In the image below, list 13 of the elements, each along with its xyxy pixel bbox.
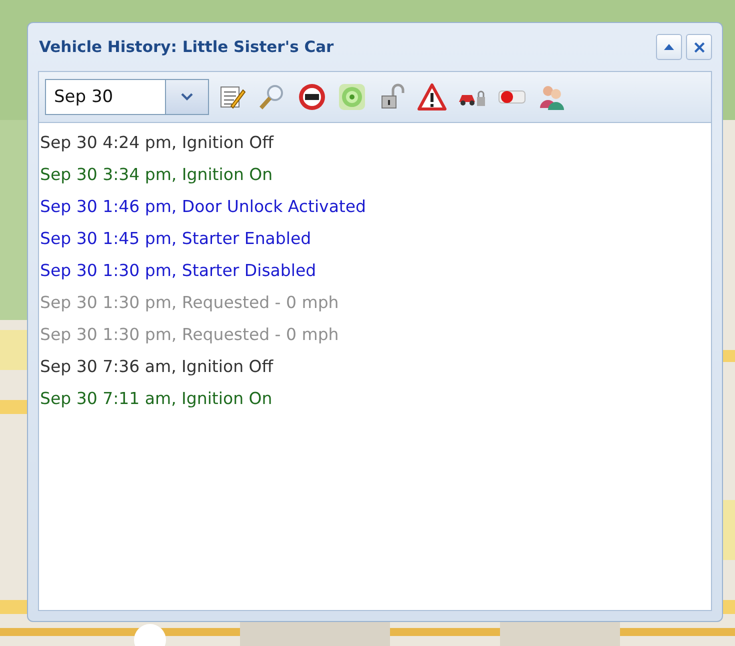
event-entry[interactable]: Sep 30 7:36 am, Ignition Off: [39, 351, 274, 383]
window-title: Vehicle History: Little Sister's Car: [38, 38, 334, 56]
event-entry[interactable]: Sep 30 3:34 pm, Ignition On: [39, 159, 273, 191]
event-entry[interactable]: Sep 30 1:46 pm, Door Unlock Activated: [39, 191, 366, 223]
date-field[interactable]: Sep 30: [45, 79, 165, 115]
caret-icon: [181, 93, 193, 101]
close-icon: [692, 40, 706, 54]
event-entry[interactable]: Sep 30 7:11 am, Ignition On: [39, 383, 272, 415]
event-entry[interactable]: Sep 30 1:45 pm, Starter Enabled: [39, 223, 312, 255]
event-entry[interactable]: Sep 30 1:30 pm, Starter Disabled: [39, 255, 316, 287]
collapse-button[interactable]: [656, 34, 682, 60]
close-button[interactable]: [686, 34, 712, 60]
event-entry[interactable]: Sep 30 4:24 pm, Ignition Off: [39, 127, 274, 159]
